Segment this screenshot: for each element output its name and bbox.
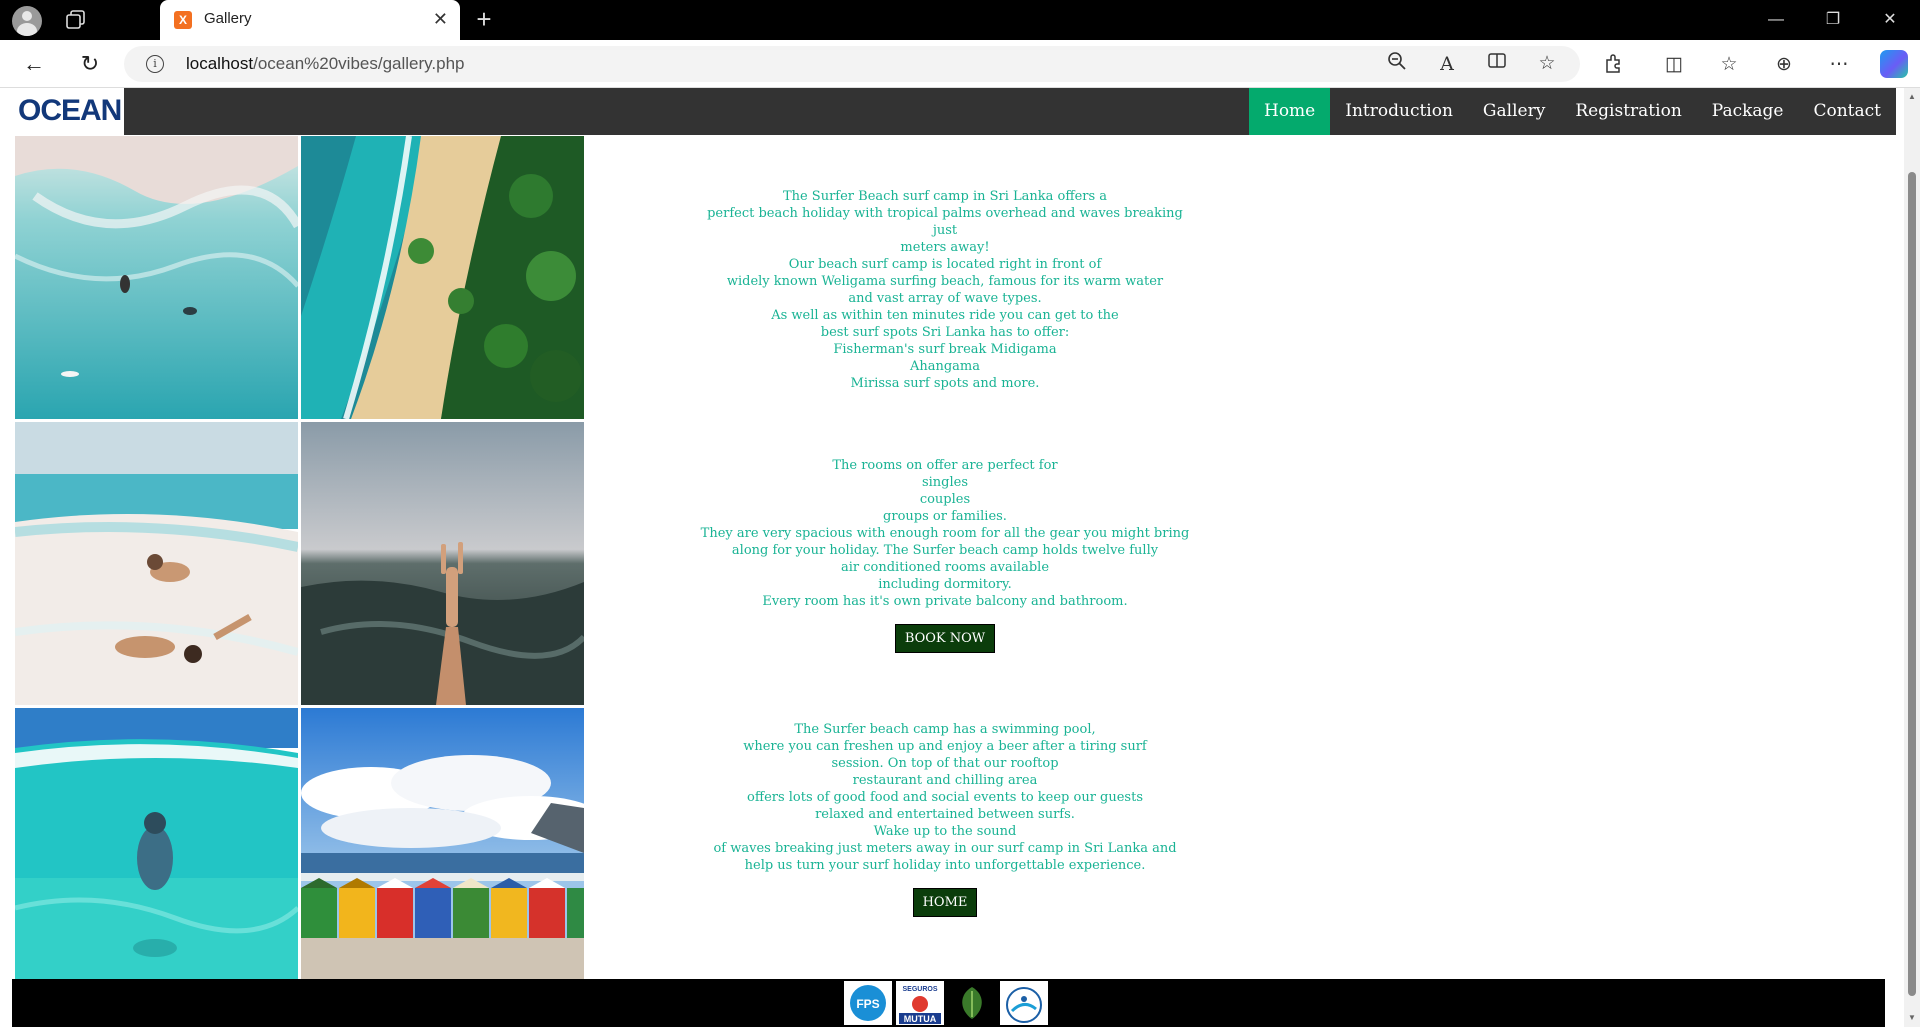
- text-line: Ahangama: [909, 359, 981, 374]
- more-menu-icon[interactable]: ⋯: [1826, 52, 1852, 78]
- nav-gallery[interactable]: Gallery: [1468, 88, 1560, 135]
- tab-gallery[interactable]: X Gallery ✕: [160, 0, 460, 40]
- text-line: perfect beach holiday with tropical palm…: [707, 206, 1183, 238]
- amenities-paragraph: The Surfer beach camp has a swimming poo…: [700, 721, 1190, 917]
- rooms-paragraph: The rooms on offer are perfect for singl…: [700, 457, 1190, 653]
- close-window-icon[interactable]: ✕: [1870, 6, 1910, 34]
- nav-introduction[interactable]: Introduction: [1330, 88, 1468, 135]
- scroll-thumb[interactable]: [1908, 172, 1916, 996]
- text-line: restaurant and chilling area: [852, 773, 1038, 788]
- zoom-icon[interactable]: [1384, 51, 1410, 77]
- text-line: relaxed and entertained between surfs.: [815, 807, 1075, 822]
- nav-home[interactable]: Home: [1249, 88, 1331, 135]
- scroll-down-arrow-icon[interactable]: ▼: [1907, 1013, 1917, 1023]
- extensions-icon[interactable]: [1601, 52, 1627, 78]
- favorites-icon[interactable]: ☆: [1716, 52, 1742, 78]
- nav-links: Home Introduction Gallery Registration P…: [1249, 88, 1896, 135]
- text-line: groups or families.: [883, 509, 1007, 524]
- site-footer: FPS SEGUROS MUTUA: [12, 979, 1885, 1027]
- gallery-photo-girls-in-surf[interactable]: [15, 422, 298, 705]
- text-line: The Surfer Beach surf camp in Sri Lanka …: [782, 189, 1108, 204]
- text-line: Fisherman's surf break Midigama: [833, 342, 1057, 357]
- logo-text: OCEAN: [18, 94, 122, 127]
- text-line: widely known Weligama surfing beach, fam…: [726, 274, 1164, 289]
- text-line: They are very spacious with enough room …: [700, 526, 1190, 541]
- gallery-photo-hand-in-ocean[interactable]: [301, 422, 584, 705]
- home-button[interactable]: HOME: [912, 888, 978, 917]
- text-line: Wake up to the sound: [873, 824, 1017, 839]
- site-navbar: OCEAN Home Introduction Gallery Registra…: [12, 88, 1896, 135]
- sponsor-logo-fps[interactable]: FPS: [844, 981, 892, 1025]
- minimize-icon[interactable]: —: [1756, 6, 1796, 34]
- text-line: The Surfer beach camp has a swimming poo…: [794, 722, 1096, 737]
- xampp-favicon-icon: X: [174, 11, 192, 29]
- address-bar[interactable]: i localhost/ocean%20vibes/gallery.php A …: [124, 46, 1580, 82]
- intro-paragraph: The Surfer Beach surf camp in Sri Lanka …: [700, 188, 1190, 392]
- browser-tab-bar: X Gallery ✕ + — ❐ ✕: [0, 0, 1920, 40]
- site-logo[interactable]: OCEAN: [12, 88, 124, 135]
- text-line: where you can freshen up and enjoy a bee…: [743, 739, 1147, 754]
- workspaces-icon[interactable]: [64, 8, 88, 32]
- text-line: air conditioned rooms available: [840, 560, 1050, 575]
- gallery-photo-underwater-snorkeler[interactable]: [15, 708, 298, 991]
- refresh-icon[interactable]: ↻: [76, 50, 104, 78]
- svg-text:FPS: FPS: [856, 997, 879, 1011]
- text-line: along for your holiday. The Surfer beach…: [731, 543, 1159, 558]
- text-line: including dormitory.: [878, 577, 1012, 592]
- collections-icon[interactable]: ⊕: [1771, 52, 1797, 78]
- text-line: help us turn your surf holiday into unfo…: [744, 858, 1146, 873]
- gallery-photo-beach-huts[interactable]: [301, 708, 584, 991]
- gallery-photo-beach-palms[interactable]: [301, 136, 584, 419]
- book-now-button[interactable]: BOOK NOW: [894, 624, 996, 653]
- content-column: The Surfer Beach surf camp in Sri Lanka …: [700, 188, 1190, 917]
- address-toolbar: ← ↻ i localhost/ocean%20vibes/gallery.ph…: [0, 40, 1920, 88]
- svg-text:SEGUROS: SEGUROS: [902, 986, 937, 993]
- text-line: The rooms on offer are perfect for: [832, 458, 1058, 473]
- tab-title: Gallery: [204, 10, 252, 27]
- gallery-photo-surf-water[interactable]: [15, 136, 298, 419]
- sponsor-logo-surf[interactable]: [1000, 981, 1048, 1025]
- close-tab-icon[interactable]: ✕: [433, 8, 448, 30]
- text-line: of waves breaking just meters away in ou…: [713, 841, 1177, 856]
- text-line: As well as within ten minutes ride you c…: [771, 308, 1119, 323]
- restore-icon[interactable]: ❐: [1813, 6, 1853, 34]
- nav-package[interactable]: Package: [1697, 88, 1799, 135]
- back-arrow-icon[interactable]: ←: [20, 50, 48, 78]
- site-info-icon[interactable]: i: [146, 55, 164, 73]
- text-line: singles: [921, 475, 969, 490]
- text-line: session. On top of that our rooftop: [831, 756, 1059, 771]
- read-aloud-icon[interactable]: A: [1434, 51, 1460, 77]
- text-line: meters away!: [900, 240, 990, 255]
- nav-contact[interactable]: Contact: [1798, 88, 1896, 135]
- split-screen-icon[interactable]: ◫: [1661, 52, 1687, 78]
- new-tab-icon[interactable]: +: [470, 6, 498, 34]
- text-line: and vast array of wave types.: [848, 291, 1042, 306]
- url-text[interactable]: localhost/ocean%20vibes/gallery.php: [186, 54, 465, 74]
- scroll-up-arrow-icon[interactable]: ▲: [1907, 92, 1917, 102]
- text-line: best surf spots Sri Lanka has to offer:: [820, 325, 1070, 340]
- text-line: offers lots of good food and social even…: [747, 790, 1143, 805]
- svg-text:MUTUA: MUTUA: [904, 1014, 937, 1024]
- text-line: Our beach surf camp is located right in …: [788, 257, 1102, 272]
- immersive-reader-icon[interactable]: [1484, 51, 1510, 77]
- sponsor-logo-eco[interactable]: [948, 981, 996, 1025]
- text-line: Mirissa surf spots and more.: [850, 376, 1040, 391]
- favorite-star-icon[interactable]: ☆: [1534, 51, 1560, 77]
- page-viewport: OCEAN Home Introduction Gallery Registra…: [0, 88, 1920, 1027]
- profile-avatar-icon[interactable]: [12, 6, 42, 36]
- nav-registration[interactable]: Registration: [1560, 88, 1696, 135]
- page-scrollbar[interactable]: ▲ ▼: [1904, 88, 1920, 1027]
- copilot-icon[interactable]: [1880, 50, 1908, 78]
- text-line: couples: [919, 492, 971, 507]
- sponsor-logo-mutua[interactable]: SEGUROS MUTUA: [896, 981, 944, 1025]
- text-line: Every room has it's own private balcony …: [762, 594, 1128, 609]
